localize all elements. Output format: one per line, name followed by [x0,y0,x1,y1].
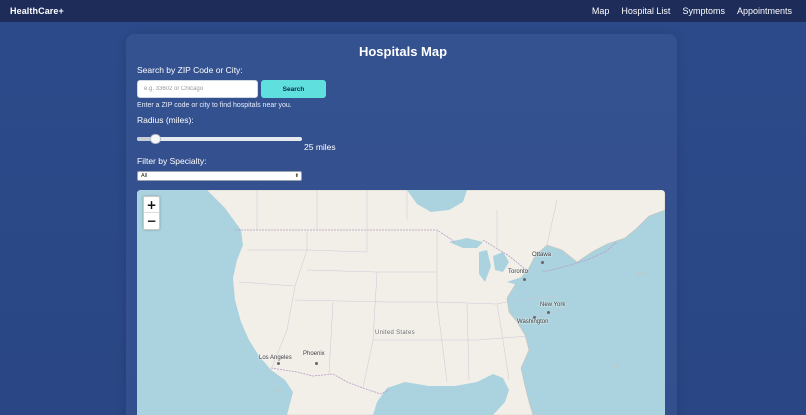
nav-link-symptoms[interactable]: Symptoms [682,6,725,16]
search-input[interactable] [137,80,258,98]
search-label: Search by ZIP Code or City: [137,65,243,75]
page-title: Hospitals Map [358,44,448,59]
city-label-new-york: New York [540,302,566,308]
country-label: United States [375,330,415,336]
specialty-selected-value: All [141,173,148,179]
radius-value: 25 miles [304,142,336,152]
map-tiles [137,190,665,415]
city-marker [277,362,280,365]
city-marker [315,362,318,365]
zoom-in-button[interactable]: + [144,197,159,213]
nav-link-hospital-list[interactable]: Hospital List [621,6,670,16]
hospitals-map[interactable]: + − United States Ottawa Toronto New Yor… [137,190,665,415]
city-marker [523,278,526,281]
city-marker [547,311,550,314]
search-button[interactable]: Search [261,80,326,98]
brand-logo[interactable]: HealthCare+ [10,6,64,16]
specialty-label: Filter by Specialty: [137,156,207,166]
nav-links: Map Hospital List Symptoms Appointments [592,6,792,16]
select-arrows-icon: ⬍ [294,173,299,179]
radius-slider-thumb[interactable] [150,134,161,144]
zoom-control: + − [143,196,160,230]
radius-label: Radius (miles): [137,115,194,125]
city-label-washington: Washington [517,319,549,325]
top-navbar: HealthCare+ Map Hospital List Symptoms A… [0,0,806,22]
nav-link-map[interactable]: Map [592,6,610,16]
zoom-out-button[interactable]: − [144,213,159,229]
city-label-phoenix: Phoenix [303,351,325,357]
search-hint: Enter a ZIP code or city to find hospita… [137,102,292,109]
city-label-ottawa: Ottawa [532,252,552,258]
specialty-select[interactable]: All ⬍ [137,171,302,181]
city-label-toronto: Toronto [508,269,529,275]
nav-link-appointments[interactable]: Appointments [737,6,792,16]
city-marker [541,261,544,264]
city-label-los-angeles: Los Angeles [259,355,292,361]
radius-slider[interactable] [137,134,302,144]
